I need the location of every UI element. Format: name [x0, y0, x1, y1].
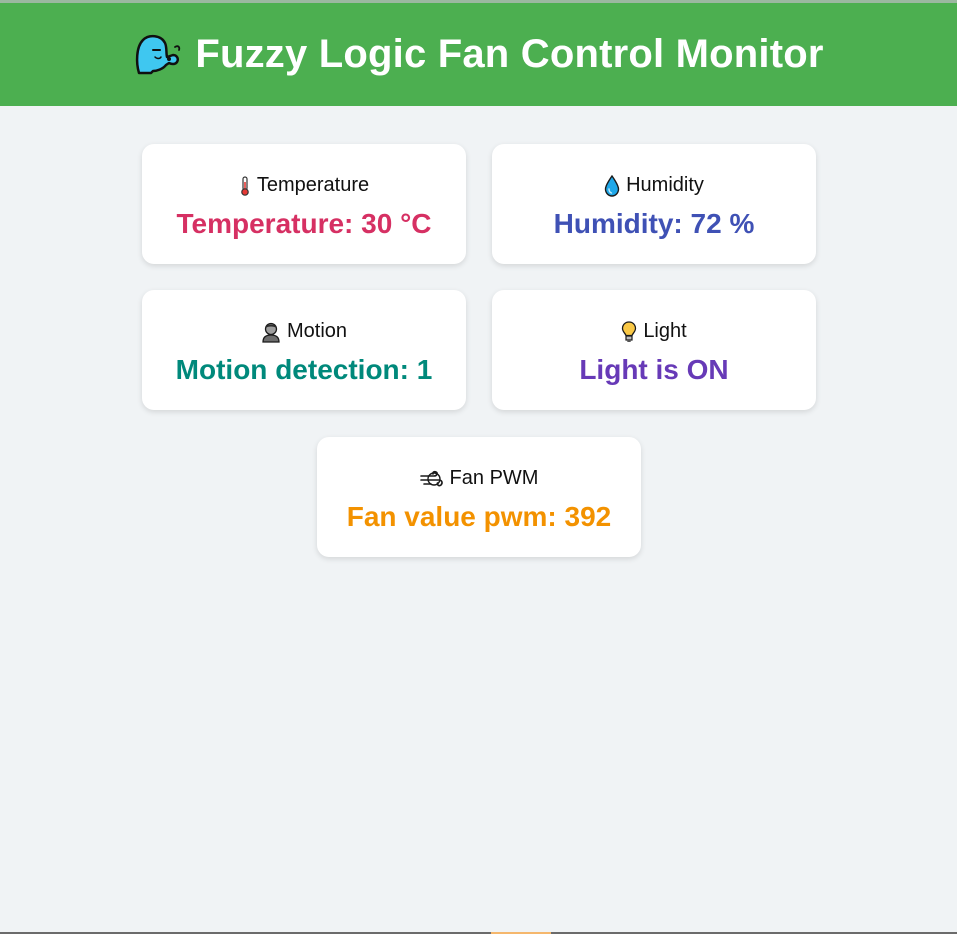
motion-label: Motion: [286, 320, 348, 342]
light-value: Light is ON: [579, 354, 729, 385]
wind-icon: [419, 470, 443, 486]
motion-value: Motion detection: 1: [175, 354, 433, 385]
temperature-card: Temperature Temperature: 30 °C: [142, 144, 466, 264]
app-header: Fuzzy Logic Fan Control Monitor: [0, 3, 957, 106]
blowing-face-icon: [136, 34, 181, 74]
fan-value: Fan value pwm: 392: [346, 501, 612, 532]
light-bulb-icon: [622, 320, 637, 342]
temperature-value: Temperature: 30 °C: [176, 208, 432, 239]
person-icon: [262, 322, 280, 343]
humidity-label: Humidity: [626, 174, 704, 196]
fan-label-row: Fan PWM: [317, 467, 641, 490]
motion-card: Motion Motion detection: 1: [142, 290, 466, 410]
fan-pwm-card: Fan PWM Fan value pwm: 392: [317, 437, 641, 557]
droplet-icon: [604, 174, 620, 197]
temperature-label-row: Temperature: [142, 174, 466, 197]
thermometer-icon: [241, 175, 249, 196]
page-title: Fuzzy Logic Fan Control Monitor: [195, 32, 824, 76]
header-content: Fuzzy Logic Fan Control Monitor: [133, 32, 823, 77]
light-label-row: Light: [492, 320, 816, 343]
humidity-label-row: Humidity: [492, 174, 816, 197]
temperature-label: Temperature: [256, 174, 370, 196]
fan-label: Fan PWM: [449, 467, 539, 489]
light-label: Light: [643, 320, 687, 342]
motion-label-row: Motion: [142, 320, 466, 343]
humidity-value: Humidity: 72 %: [553, 208, 755, 239]
humidity-card: Humidity Humidity: 72 %: [492, 144, 816, 264]
light-card: Light Light is ON: [492, 290, 816, 410]
